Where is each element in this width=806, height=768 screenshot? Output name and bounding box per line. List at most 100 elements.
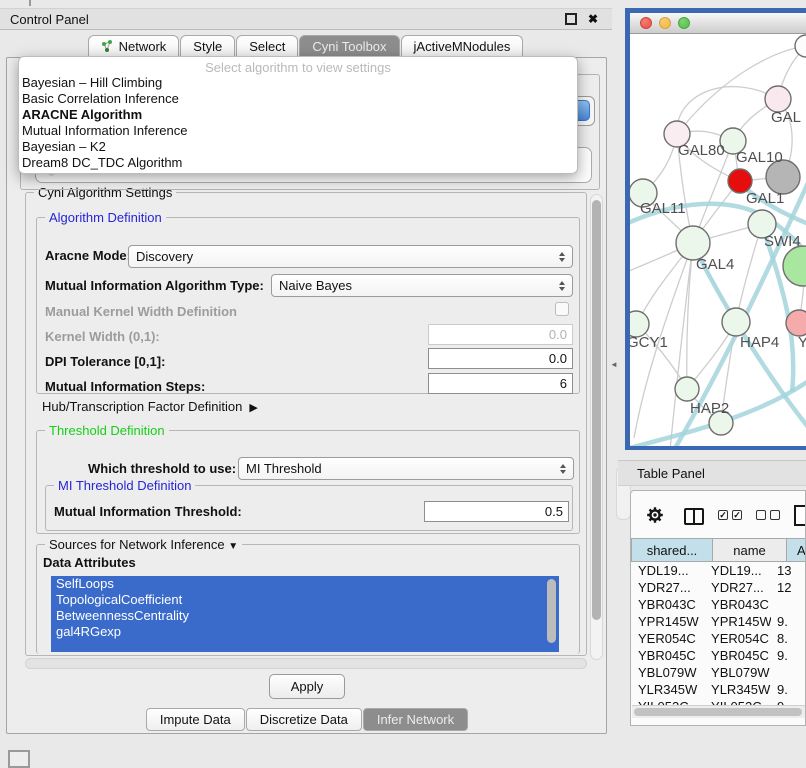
network-window-titlebar[interactable] bbox=[630, 13, 806, 34]
threshold-definition-legend: Threshold Definition bbox=[45, 423, 169, 438]
mini-corner-button[interactable] bbox=[8, 750, 30, 768]
table-cell: 13 bbox=[771, 563, 806, 578]
tab-label: Infer Network bbox=[377, 712, 454, 727]
document-icon[interactable] bbox=[794, 505, 806, 526]
bottom-tab-infer-network[interactable]: Infer Network bbox=[363, 708, 468, 731]
table-row[interactable]: YLR345WYLR345W9. bbox=[632, 681, 806, 698]
tab-cyni-toolbox[interactable]: Cyni Toolbox bbox=[299, 35, 399, 57]
network-node-gal4[interactable] bbox=[676, 226, 710, 260]
tab-select[interactable]: Select bbox=[236, 35, 298, 57]
algorithm-option-dream8-dc-tdc-algorithm[interactable]: Dream8 DC_TDC Algorithm bbox=[19, 155, 577, 171]
table-cell: 9. bbox=[771, 614, 806, 629]
tab-style[interactable]: Style bbox=[180, 35, 235, 57]
table-row[interactable]: YER054CYER054C8. bbox=[632, 630, 806, 647]
table-cell: YBL079W bbox=[632, 665, 705, 680]
control-panel-title: Control Panel bbox=[10, 12, 89, 27]
mi-type-value: Naive Bayes bbox=[279, 278, 352, 293]
split-view-icon[interactable] bbox=[684, 508, 704, 525]
top-edge-tick bbox=[29, 0, 31, 6]
minimize-button[interactable] bbox=[659, 17, 671, 29]
tab-label: Cyni Toolbox bbox=[312, 39, 386, 54]
manual-kernel-checkbox[interactable] bbox=[555, 302, 569, 316]
hub-definition-toggle[interactable]: Hub/Transcription Factor Definition▶ bbox=[42, 399, 258, 414]
mi-type-select[interactable]: Naive Bayes bbox=[271, 274, 573, 297]
mi-steps-field[interactable]: 6 bbox=[428, 373, 573, 394]
network-node-label: GAL10 bbox=[736, 149, 783, 166]
table-row[interactable]: YBL079WYBL079W bbox=[632, 664, 806, 681]
close-button[interactable] bbox=[640, 17, 652, 29]
table-cell: YDL19... bbox=[705, 563, 771, 578]
column-header-a[interactable]: A bbox=[787, 538, 806, 562]
network-node-hap4[interactable] bbox=[722, 308, 750, 336]
table-row[interactable]: YDL19...YDL19...13 bbox=[632, 562, 806, 579]
unchecked-pair-icon[interactable] bbox=[756, 510, 780, 520]
aracne-mode-select[interactable]: Discovery bbox=[128, 245, 573, 268]
control-panel-tabs: NetworkStyle Select Cyni Toolbox jActiveMNo… bbox=[0, 31, 612, 57]
float-icon[interactable] bbox=[565, 13, 577, 25]
mi-threshold-group: MI Threshold Definition Mutual Informati… bbox=[45, 485, 573, 531]
table-header-row: shared...nameA bbox=[631, 538, 806, 562]
checked-pair-icon[interactable]: ✓✓ bbox=[718, 510, 742, 520]
manual-kernel-label: Manual Kernel Width Definition bbox=[45, 304, 237, 319]
dpi-tolerance-field[interactable]: 0.0 bbox=[428, 348, 573, 369]
network-node-y[interactable] bbox=[786, 310, 806, 336]
attribute-item-gal4rgexp[interactable]: gal4RGexp bbox=[51, 624, 559, 640]
network-node-label: GAL4 bbox=[696, 256, 734, 273]
network-node-unlabeled[interactable] bbox=[783, 246, 806, 286]
tab-label: Select bbox=[249, 39, 285, 54]
attribute-item-topologicalcoefficient[interactable]: TopologicalCoefficient bbox=[51, 592, 559, 608]
algorithm-option-bayesian-k2[interactable]: Bayesian – K2 bbox=[19, 139, 577, 155]
which-threshold-select[interactable]: MI Threshold bbox=[238, 457, 574, 480]
network-canvas[interactable]: GALGAL80GAL10GAL1GAL11SWI4GAL4GCY1HAP4YH… bbox=[630, 34, 806, 446]
network-node-label: GAL bbox=[771, 109, 801, 126]
attribute-item-selfloops[interactable]: SelfLoops bbox=[51, 576, 559, 592]
table-panel-title: Table Panel bbox=[637, 466, 705, 481]
network-node-unlabeled[interactable] bbox=[795, 35, 806, 57]
algorithm-option-mutual-information-inference[interactable]: Mutual Information Inference bbox=[19, 123, 577, 139]
table-row[interactable]: YPR145WYPR145W9. bbox=[632, 613, 806, 630]
aracne-mode-value: Discovery bbox=[136, 249, 193, 264]
settings-scrollbar[interactable] bbox=[590, 194, 603, 660]
network-node-label: GCY1 bbox=[630, 334, 668, 351]
scrollbar-thumb[interactable] bbox=[592, 200, 601, 620]
table-cell: YDR27... bbox=[632, 580, 705, 595]
traffic-lights bbox=[640, 17, 690, 29]
bottom-tab-discretize-data[interactable]: Discretize Data bbox=[246, 708, 362, 731]
column-header-shared-[interactable]: shared... bbox=[631, 538, 713, 562]
zoom-button[interactable] bbox=[678, 17, 690, 29]
sources-legend[interactable]: Sources for Network Inference ▼ bbox=[45, 537, 242, 554]
close-icon[interactable]: ✖ bbox=[588, 13, 598, 25]
apply-button[interactable]: Apply bbox=[269, 674, 345, 699]
table-cell: YDL19... bbox=[632, 563, 705, 578]
network-node-hap2[interactable] bbox=[675, 377, 699, 401]
network-window[interactable]: GALGAL80GAL10GAL1GAL11SWI4GAL4GCY1HAP4YH… bbox=[625, 8, 806, 450]
table-rows[interactable]: YDL19...YDL19...13YDR27...YDR27...12YBR0… bbox=[632, 562, 806, 705]
panel-collapse-icon[interactable]: ◄ bbox=[610, 360, 618, 369]
list-scrollbar[interactable] bbox=[547, 579, 556, 643]
data-attributes-list[interactable]: SelfLoopsTopologicalCoefficientBetweenne… bbox=[51, 576, 559, 652]
mi-threshold-field[interactable]: 0.5 bbox=[424, 501, 569, 522]
bottom-tab-impute-data[interactable]: Impute Data bbox=[146, 708, 245, 731]
table-cell: YBR045C bbox=[632, 648, 705, 663]
table-hscrollbar[interactable] bbox=[632, 705, 806, 718]
tab-jactivemnodules[interactable]: jActiveMNodules bbox=[401, 35, 524, 57]
attribute-item-betweennesscentrality[interactable]: BetweennessCentrality bbox=[51, 608, 559, 624]
network-node-label: GAL11 bbox=[640, 200, 686, 217]
table-row[interactable]: YIL052CYIL052C9 bbox=[632, 698, 806, 705]
tab-network[interactable]: Network bbox=[88, 35, 180, 57]
algorithm-option-aracne-algorithm[interactable]: ARACNE Algorithm bbox=[19, 107, 577, 123]
settings-hscrollbar[interactable] bbox=[25, 658, 587, 669]
gear-icon[interactable] bbox=[646, 506, 664, 527]
algorithm-option-bayesian-hill-climbing[interactable]: Bayesian – Hill Climbing bbox=[19, 75, 577, 91]
algorithm-option-basic-correlation-inference[interactable]: Basic Correlation Inference bbox=[19, 91, 577, 107]
table-cell: 12 bbox=[771, 580, 806, 595]
mi-threshold-legend: MI Threshold Definition bbox=[54, 478, 195, 493]
scrollbar-thumb[interactable] bbox=[634, 708, 802, 716]
table-row[interactable]: YBR045CYBR045C9. bbox=[632, 647, 806, 664]
table-row[interactable]: YDR27...YDR27...12 bbox=[632, 579, 806, 596]
network-node-label: Y bbox=[798, 334, 806, 351]
stepper-icon bbox=[552, 281, 565, 291]
column-header-name[interactable]: name bbox=[713, 538, 787, 562]
table-cell: YDR27... bbox=[705, 580, 771, 595]
table-row[interactable]: YBR043CYBR043C bbox=[632, 596, 806, 613]
